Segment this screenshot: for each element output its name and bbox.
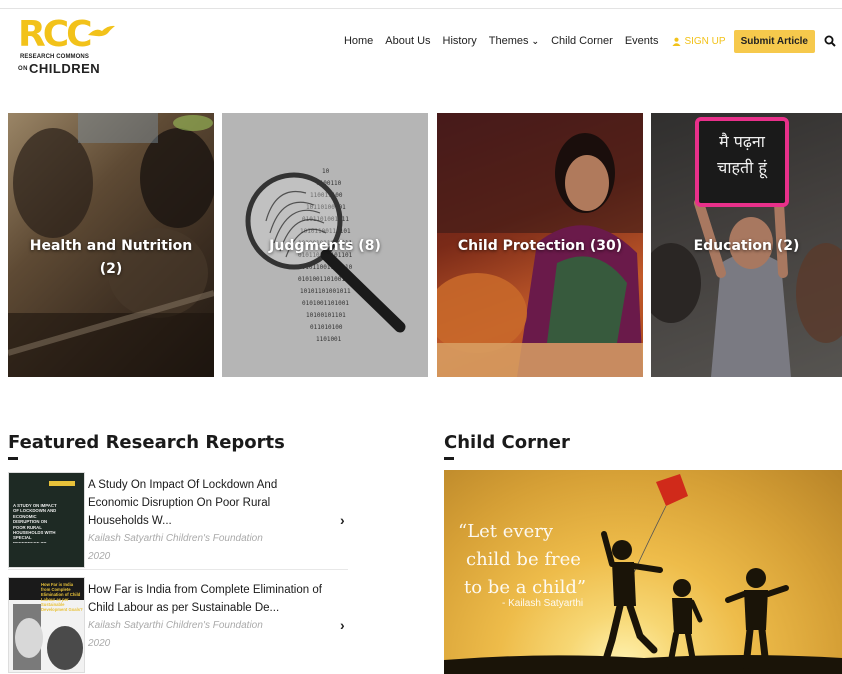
featured-reports-heading: Featured Research Reports (8, 432, 285, 453)
theme-tile-health-nutrition[interactable]: Health and Nutrition (2) (8, 113, 214, 377)
site-logo[interactable]: RCC RESEARCH COMMONS ONCHILDREN (18, 17, 118, 75)
nav-themes-label: Themes (488, 35, 529, 47)
theme-tile-education[interactable]: मै पढ़ना चाहती हूं Education (2) (651, 113, 842, 377)
chalkboard-text: मै पढ़ना चाहती हूं (705, 129, 779, 181)
chalkboard-line: चाहती हूं (717, 158, 767, 177)
report-text: A Study On Impact Of Lockdown And Econom… (88, 476, 328, 566)
report-item[interactable]: A STUDY ON IMPACT OF LOCKDOWN AND ECONOM… (8, 472, 348, 570)
report-organization: Kailash Satyarthi Children's Foundation (88, 620, 263, 631)
chalkboard-line: मै पढ़ना (719, 132, 765, 151)
svg-text:1101001: 1101001 (316, 336, 342, 343)
quote-author: - Kailash Satyarthi (502, 598, 584, 609)
nav-child-corner[interactable]: Child Corner (551, 35, 613, 47)
report-thumbnail: How Far is India from Complete Eliminati… (8, 577, 85, 673)
quote-line: child be free (466, 549, 581, 570)
logo-rcc-text: RCC (18, 14, 93, 55)
report-title[interactable]: A Study On Impact Of Lockdown And Econom… (88, 476, 328, 530)
svg-text:011010100: 011010100 (310, 324, 343, 331)
nav-about-us[interactable]: About Us (385, 35, 430, 47)
theme-tile-judgments[interactable]: 10 1100110 110011100 10110100101 0101101… (222, 113, 428, 377)
quote-line: “Let every (458, 521, 554, 542)
svg-text:10: 10 (322, 168, 330, 175)
signup-link[interactable]: SIGN UP (672, 35, 726, 47)
theme-label: Child Protection (30) (457, 238, 623, 254)
svg-text:0101001101001: 0101001101001 (302, 300, 349, 307)
theme-label: Education (2) (693, 238, 800, 254)
signup-label: SIGN UP (684, 35, 726, 47)
thumb-title: A STUDY ON IMPACT OF LOCKDOWN AND ECONOM… (13, 503, 57, 543)
chevron-right-icon[interactable]: › (340, 512, 345, 528)
child-corner-banner[interactable]: “Let every child be free to be a child” … (444, 470, 842, 674)
theme-tile-child-protection[interactable]: Child Protection (30) (437, 113, 643, 377)
report-text: How Far is India from Complete Eliminati… (88, 581, 328, 653)
heading-underline (8, 457, 18, 460)
logo-of: ON (18, 66, 28, 73)
search-button[interactable] (822, 33, 838, 49)
child-corner-heading: Child Corner (444, 432, 570, 453)
report-year: 2020 (88, 638, 111, 649)
search-icon (824, 35, 836, 47)
nav-home[interactable]: Home (344, 35, 373, 47)
bird-icon (88, 25, 115, 37)
logo-children-word: CHILDREN (29, 61, 101, 76)
thumb-image (13, 604, 83, 670)
heading-underline (444, 457, 454, 460)
report-item[interactable]: How Far is India from Complete Eliminati… (8, 577, 348, 674)
submit-article-button[interactable]: Submit Article (733, 29, 815, 53)
logo-subtitle: RESEARCH COMMONS (20, 54, 89, 60)
chevron-right-icon[interactable]: › (340, 617, 345, 633)
main-nav: Home About Us History Themes ⌄ Child Corn… (332, 29, 842, 53)
quote-text: “Let every child be free to be a child” (458, 518, 586, 602)
report-title[interactable]: How Far is India from Complete Eliminati… (88, 581, 328, 617)
report-year: 2020 (88, 551, 111, 562)
user-icon (672, 37, 682, 46)
svg-text:10100101101: 10100101101 (306, 312, 346, 319)
nav-events[interactable]: Events (625, 35, 659, 47)
svg-text:10101101001011: 10101101001011 (300, 288, 351, 295)
thumb-accent (49, 481, 75, 486)
logo-children: ONCHILDREN (18, 62, 100, 76)
themes-grid: Health and Nutrition (2) 10 1100110 1100… (8, 113, 842, 377)
report-organization: Kailash Satyarthi Children's Foundation (88, 533, 263, 544)
report-thumbnail: A STUDY ON IMPACT OF LOCKDOWN AND ECONOM… (8, 472, 85, 568)
nav-themes[interactable]: Themes ⌄ (489, 35, 539, 47)
theme-label: Health and Nutrition (2) (29, 238, 193, 277)
theme-label: Judgments (8) (269, 238, 381, 254)
nav-history[interactable]: History (443, 35, 477, 47)
chevron-down-icon: ⌄ (531, 36, 540, 46)
kite-shape (656, 474, 688, 506)
site-header: RCC RESEARCH COMMONS ONCHILDREN Home Abo… (0, 9, 842, 75)
